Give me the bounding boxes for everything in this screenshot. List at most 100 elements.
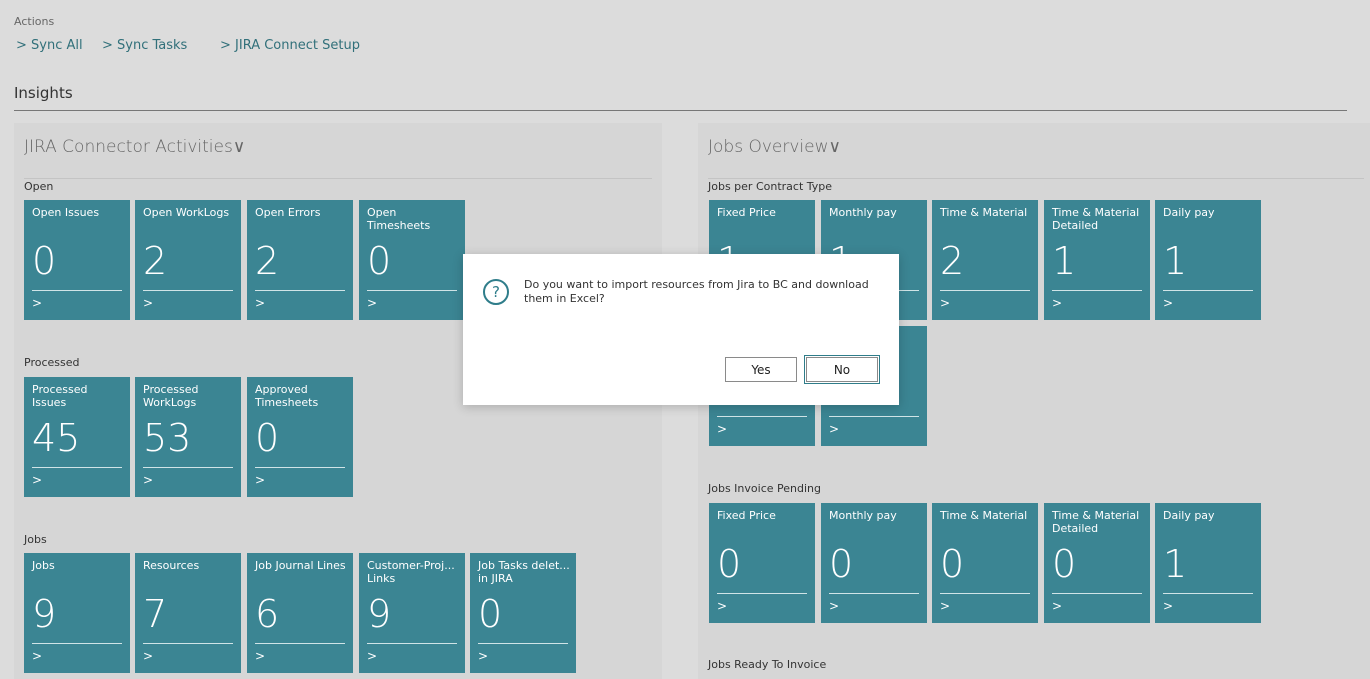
chevron-right-icon[interactable]: >	[367, 296, 377, 310]
insights-heading: Insights	[14, 84, 73, 102]
tile-time-material-detailed[interactable]: Time & Material Detailed 0 >	[1044, 503, 1150, 623]
chevron-right-icon[interactable]: >	[1052, 599, 1062, 613]
dialog-message: Do you want to import resources from Jir…	[524, 278, 869, 305]
tile-job-tasks-delet-in-jira[interactable]: Job Tasks delet... in JIRA 0 >	[470, 553, 576, 673]
tile-label: Daily pay	[1163, 509, 1215, 522]
tile-label: Time & Material Detailed	[1052, 206, 1140, 232]
tile-label: Resources	[143, 559, 200, 572]
tile-open-timesheets[interactable]: Open Timesheets 0 >	[359, 200, 465, 320]
tile-divider	[143, 643, 233, 644]
jobs-overview-title[interactable]: Jobs Overview∨	[708, 137, 841, 157]
tile-resources[interactable]: Resources 7 >	[135, 553, 241, 673]
chevron-right-icon[interactable]: >	[829, 422, 839, 436]
tile-value: 0	[1052, 542, 1077, 586]
chevron-right-icon[interactable]: >	[32, 296, 42, 310]
tile-divider	[1163, 593, 1253, 594]
chevron-right-icon[interactable]: >	[1163, 599, 1173, 613]
tile-label: Customer-Proj... Links	[367, 559, 455, 585]
tile-divider	[367, 643, 457, 644]
tile-daily-pay[interactable]: Daily pay 1 >	[1155, 503, 1261, 623]
panel-divider	[708, 178, 1364, 179]
jira-connector-activities-title[interactable]: JIRA Connector Activities∨	[24, 137, 245, 157]
tile-value: 0	[940, 542, 965, 586]
jira-connect-setup-action[interactable]: > JIRA Connect Setup	[220, 38, 360, 53]
chevron-right-icon[interactable]: >	[1052, 296, 1062, 310]
tile-job-journal-lines[interactable]: Job Journal Lines 6 >	[247, 553, 353, 673]
chevron-right-icon[interactable]: >	[143, 649, 153, 663]
tile-label: Open Timesheets	[367, 206, 431, 232]
tile-label: Processed Issues	[32, 383, 88, 409]
chevron-right-icon[interactable]: >	[717, 599, 727, 613]
chevron-right-icon[interactable]: >	[255, 296, 265, 310]
tile-label: Monthly pay	[829, 509, 897, 522]
tile-label: Approved Timesheets	[255, 383, 319, 409]
no-button[interactable]: No	[804, 355, 880, 384]
chevron-right-icon[interactable]: >	[940, 296, 950, 310]
tile-time-material[interactable]: Time & Material 2 >	[932, 200, 1038, 320]
chevron-right-icon[interactable]: >	[143, 296, 153, 310]
tile-approved-timesheets[interactable]: Approved Timesheets 0 >	[247, 377, 353, 497]
tile-value: 1	[1163, 542, 1188, 586]
tile-label: Fixed Price	[717, 509, 776, 522]
actions-label: Actions	[14, 15, 55, 28]
tile-divider	[32, 290, 122, 291]
tile-processed-issues[interactable]: Processed Issues 45 >	[24, 377, 130, 497]
tile-daily-pay[interactable]: Daily pay 1 >	[1155, 200, 1261, 320]
yes-button[interactable]: Yes	[725, 357, 797, 382]
chevron-right-icon[interactable]: >	[32, 473, 42, 487]
tile-jobs[interactable]: Jobs 9 >	[24, 553, 130, 673]
tile-label: Job Journal Lines	[255, 559, 346, 572]
tile-divider	[940, 290, 1030, 291]
tile-value: 2	[940, 239, 965, 283]
tile-customer-proj-links[interactable]: Customer-Proj... Links 9 >	[359, 553, 465, 673]
tile-processed-worklogs[interactable]: Processed WorkLogs 53 >	[135, 377, 241, 497]
tile-time-material-detailed[interactable]: Time & Material Detailed 1 >	[1044, 200, 1150, 320]
tile-divider	[143, 467, 233, 468]
chevron-right-icon[interactable]: >	[478, 649, 488, 663]
tile-fixed-price[interactable]: Fixed Price 0 >	[709, 503, 815, 623]
tile-open-worklogs[interactable]: Open WorkLogs 2 >	[135, 200, 241, 320]
group-label-jobs-ready-to-invoice: Jobs Ready To Invoice	[708, 658, 827, 671]
group-label-processed: Processed	[24, 356, 80, 369]
group-label-open: Open	[24, 180, 54, 193]
tile-divider	[829, 416, 919, 417]
tile-time-material[interactable]: Time & Material 0 >	[932, 503, 1038, 623]
tile-value: 1	[1163, 239, 1188, 283]
chevron-right-icon[interactable]: >	[1163, 296, 1173, 310]
tile-value: 0	[32, 239, 57, 283]
tile-divider	[143, 290, 233, 291]
chevron-right-icon[interactable]: >	[32, 649, 42, 663]
confirm-dialog: ? Do you want to import resources from J…	[463, 254, 899, 405]
tile-divider	[478, 643, 568, 644]
tile-divider	[1052, 290, 1142, 291]
sync-tasks-action[interactable]: > Sync Tasks	[102, 38, 187, 53]
chevron-right-icon[interactable]: >	[255, 649, 265, 663]
sync-all-action[interactable]: > Sync All	[16, 38, 83, 53]
chevron-right-icon[interactable]: >	[717, 422, 727, 436]
group-label-jobs-invoice-pending: Jobs Invoice Pending	[708, 482, 821, 495]
tile-open-issues[interactable]: Open Issues 0 >	[24, 200, 130, 320]
chevron-right-icon[interactable]: >	[940, 599, 950, 613]
chevron-right-icon[interactable]: >	[367, 649, 377, 663]
tile-open-errors[interactable]: Open Errors 2 >	[247, 200, 353, 320]
panel-divider	[24, 178, 652, 179]
tile-divider	[717, 416, 807, 417]
tile-value: 2	[255, 239, 280, 283]
tile-divider	[255, 290, 345, 291]
tile-divider	[940, 593, 1030, 594]
tile-value: 6	[255, 592, 280, 636]
tile-value: 45	[32, 416, 81, 460]
tile-value: 0	[478, 592, 503, 636]
tile-value: 0	[717, 542, 742, 586]
chevron-right-icon[interactable]: >	[255, 473, 265, 487]
tile-divider	[255, 467, 345, 468]
tile-value: 2	[143, 239, 168, 283]
tile-value: 9	[367, 592, 392, 636]
tile-label: Fixed Price	[717, 206, 776, 219]
tile-monthly-pay[interactable]: Monthly pay 0 >	[821, 503, 927, 623]
chevron-right-icon[interactable]: >	[829, 599, 839, 613]
tile-label: Open Issues	[32, 206, 100, 219]
tile-divider	[32, 643, 122, 644]
chevron-right-icon[interactable]: >	[143, 473, 153, 487]
tile-value: 1	[1052, 239, 1077, 283]
